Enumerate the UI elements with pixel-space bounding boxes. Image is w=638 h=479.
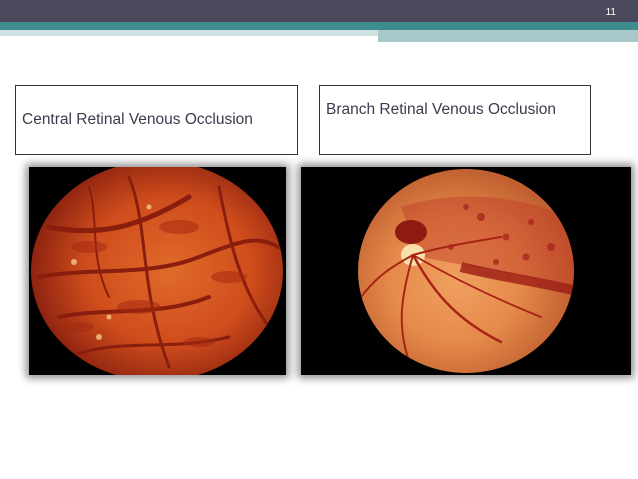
header-accent-light: [0, 30, 378, 36]
caption-crvo-text: Central Retinal Venous Occlusion: [22, 111, 253, 128]
fundus-photo-crvo-icon: [29, 167, 286, 375]
header-accent-right: [378, 30, 638, 42]
fundus-photo-crvo: [29, 167, 286, 375]
fundus-photo-brvo-icon: [301, 167, 631, 375]
fundus-photo-brvo: [301, 167, 631, 375]
slide-page-number: 11: [605, 7, 616, 18]
slide-header-bar: [0, 0, 638, 22]
header-accent-stripe: [0, 22, 638, 30]
caption-brvo-text: Branch Retinal Venous Occlusion: [326, 101, 557, 118]
caption-crvo: Central Retinal Venous Occlusion: [15, 85, 298, 155]
caption-brvo: Branch Retinal Venous Occlusion: [319, 85, 591, 155]
